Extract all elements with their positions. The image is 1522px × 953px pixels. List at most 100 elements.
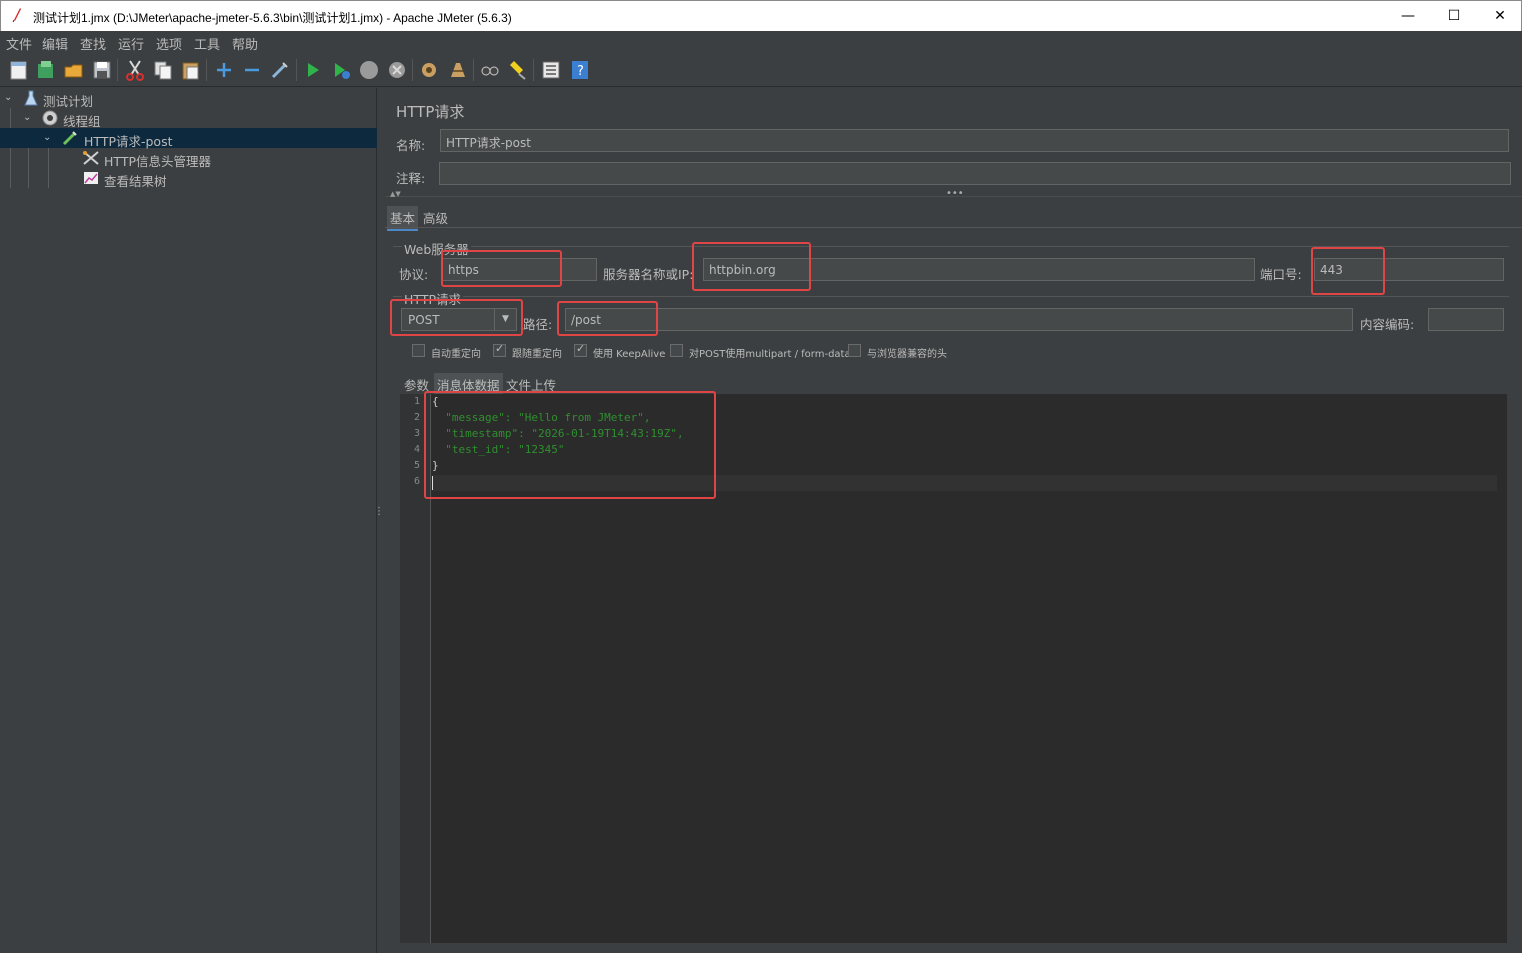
http-request-group-border — [393, 296, 1509, 297]
comment-input[interactable] — [439, 162, 1511, 185]
highlight-protocol — [441, 250, 562, 287]
encoding-label: 内容编码: — [1360, 317, 1415, 332]
chevron-down-icon[interactable]: ⌄ — [23, 112, 33, 123]
svg-text:?: ? — [577, 64, 584, 79]
start-no-pauses-icon[interactable] — [330, 59, 352, 81]
divider-handle-icon[interactable]: ••• — [946, 188, 964, 199]
browser-headers-label: 与浏览器兼容的头 — [867, 349, 947, 360]
name-input[interactable]: HTTP请求-post — [440, 129, 1509, 152]
tab-divider — [385, 227, 1522, 228]
menu-search[interactable]: 查找 — [80, 34, 106, 53]
window-title: 测试计划1.jmx (D:\JMeter\apache-jmeter-5.6.3… — [33, 11, 512, 25]
panel-title: HTTP请求 — [396, 103, 465, 121]
tree-item-header-manager[interactable]: HTTP信息头管理器 — [0, 148, 377, 169]
toolbar: ? — [0, 53, 1522, 87]
toolbar-separator — [206, 59, 207, 81]
shutdown-icon[interactable] — [386, 59, 408, 81]
clear-icon[interactable] — [418, 59, 440, 81]
panel-splitter[interactable]: ⋮ — [374, 88, 385, 953]
keepalive-checkbox[interactable] — [574, 342, 587, 357]
jmeter-feather-icon — [12, 8, 21, 23]
menu-run[interactable]: 运行 — [118, 34, 144, 53]
splitter-handle-icon[interactable]: ⋮ — [374, 507, 384, 517]
cut-icon[interactable] — [124, 59, 146, 81]
encoding-input[interactable] — [1428, 308, 1504, 331]
pipette-icon — [62, 131, 77, 146]
menu-file[interactable]: 文件 — [6, 34, 32, 53]
auto-redirect-label: 自动重定向 — [431, 349, 481, 360]
protocol-label: 协议: — [399, 267, 429, 282]
tree-item-thread-group[interactable]: ⌄ 线程组 — [0, 108, 377, 129]
toolbar-separator — [473, 59, 474, 81]
tab-advanced[interactable]: 高级 — [420, 206, 451, 229]
highlight-port — [1311, 247, 1385, 295]
comment-label: 注释: — [396, 171, 426, 186]
menu-edit[interactable]: 编辑 — [42, 34, 68, 53]
follow-redirect-checkbox[interactable] — [493, 342, 506, 357]
open-icon[interactable] — [63, 59, 85, 81]
chevron-down-icon[interactable]: ⌄ — [43, 132, 53, 143]
menu-bar: 文件 编辑 查找 运行 选项 工具 帮助 — [0, 31, 1522, 53]
help-icon[interactable]: ? — [569, 59, 591, 81]
port-label: 端口号: — [1260, 267, 1302, 282]
browser-headers-checkbox[interactable] — [848, 344, 861, 357]
title-bar: 测试计划1.jmx (D:\JMeter\apache-jmeter-5.6.3… — [0, 0, 1522, 31]
flask-icon — [24, 90, 38, 106]
reset-search-icon[interactable] — [507, 59, 529, 81]
collapse-arrows-icon[interactable]: ▲▼ — [390, 190, 401, 198]
close-icon: ✕ — [1494, 8, 1506, 24]
highlight-body — [424, 391, 716, 499]
tools-icon — [83, 151, 99, 165]
multipart-label: 对POST使用multipart / form-data — [689, 349, 851, 360]
toolbar-separator — [296, 59, 297, 81]
line-number: 1 — [413, 396, 420, 407]
keepalive-label: 使用 KeepAlive — [593, 349, 666, 360]
stop-icon[interactable] — [358, 59, 380, 81]
tree-item-results-tree[interactable]: 查看结果树 — [0, 168, 377, 189]
toolbar-separator — [117, 59, 118, 81]
minimize-button[interactable]: — — [1385, 1, 1431, 31]
path-input[interactable]: /post — [565, 308, 1353, 331]
search-icon[interactable] — [479, 59, 501, 81]
chart-icon — [84, 172, 98, 184]
tree-item-http-request[interactable]: ⌄ HTTP请求-post — [0, 128, 377, 149]
minimize-icon: — — [1401, 8, 1415, 24]
maximize-icon: ☐ — [1447, 8, 1461, 24]
expand-all-icon[interactable] — [213, 59, 235, 81]
collapse-all-icon[interactable] — [241, 59, 263, 81]
clear-all-icon[interactable] — [447, 59, 469, 81]
highlight-method — [390, 299, 523, 336]
toolbar-separator — [412, 59, 413, 81]
highlight-server — [692, 242, 811, 291]
line-number: 4 — [413, 444, 420, 455]
path-label: 路径: — [523, 317, 553, 332]
toggle-icon[interactable] — [269, 59, 291, 81]
menu-help[interactable]: 帮助 — [232, 34, 258, 53]
auto-redirect-checkbox[interactable] — [412, 344, 425, 357]
toolbar-separator — [533, 59, 534, 81]
save-icon[interactable] — [91, 59, 113, 81]
close-button[interactable]: ✕ — [1477, 1, 1522, 31]
tree-item-label: 查看结果树 — [104, 174, 167, 189]
maximize-button[interactable]: ☐ — [1431, 1, 1477, 31]
new-icon[interactable] — [8, 59, 30, 81]
templates-icon[interactable] — [35, 59, 57, 81]
paste-icon[interactable] — [180, 59, 202, 81]
server-label: 服务器名称或IP: — [603, 267, 694, 282]
start-icon[interactable] — [302, 59, 324, 81]
gear-icon — [42, 110, 58, 126]
follow-redirect-label: 跟随重定向 — [512, 349, 562, 360]
line-number: 5 — [413, 460, 420, 471]
chevron-down-icon[interactable]: ⌄ — [4, 92, 14, 103]
line-number: 6 — [413, 476, 420, 487]
menu-tools[interactable]: 工具 — [194, 34, 220, 53]
line-number: 3 — [413, 428, 420, 439]
multipart-checkbox[interactable] — [670, 344, 683, 357]
tree-item-test-plan[interactable]: ⌄ 测试计划 — [0, 88, 377, 109]
line-number: 2 — [413, 412, 420, 423]
function-helper-icon[interactable] — [540, 59, 562, 81]
test-plan-tree: ⌄ 测试计划 ⌄ 线程组 ⌄ HTTP请求-post HTTP信息头管理器 查看… — [0, 88, 377, 953]
menu-options[interactable]: 选项 — [156, 34, 182, 53]
name-label: 名称: — [396, 138, 426, 153]
copy-icon[interactable] — [152, 59, 174, 81]
